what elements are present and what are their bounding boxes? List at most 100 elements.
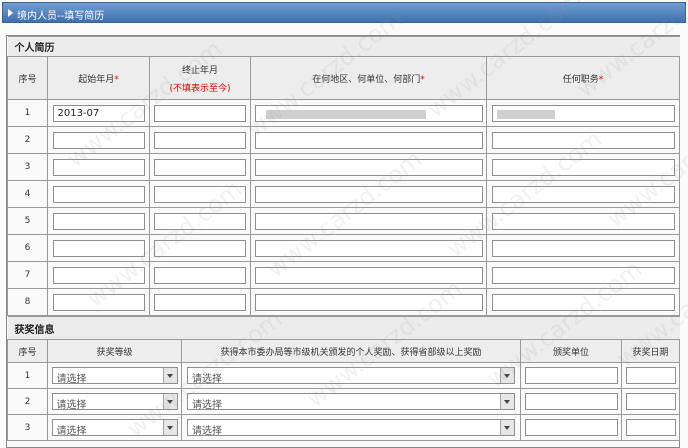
row-number: 1 <box>7 362 48 389</box>
row-number: 8 <box>7 288 48 316</box>
start-date-input[interactable] <box>52 293 145 311</box>
dropdown-arrow-icon[interactable] <box>162 420 177 435</box>
start-date-input[interactable] <box>52 266 145 284</box>
start-date-input[interactable]: 2013-07 <box>52 104 145 122</box>
desc-cell: 请选择 <box>181 362 521 389</box>
unit-cell <box>250 153 487 181</box>
end-date-input[interactable] <box>154 104 246 122</box>
resume-header-end: 终止年月 (不填表示至今) <box>149 56 251 100</box>
dropdown-arrow-icon[interactable] <box>500 368 514 383</box>
unit-input[interactable] <box>254 131 483 149</box>
award-level-select[interactable]: 请选择 <box>51 367 178 385</box>
award-unit-input[interactable] <box>524 393 618 410</box>
award-date-input[interactable] <box>625 393 676 410</box>
unit-cell <box>250 126 487 154</box>
award-unit-input[interactable] <box>524 367 618 384</box>
end-date-input[interactable] <box>154 158 246 176</box>
unit-input[interactable] <box>254 104 483 122</box>
end-date-input[interactable] <box>154 212 246 230</box>
start-cell <box>47 234 150 262</box>
unit-cell <box>250 207 487 235</box>
end-date-input[interactable] <box>154 293 246 311</box>
award-level-select[interactable]: 请选择 <box>51 419 178 437</box>
unit-cell <box>250 234 487 262</box>
end-cell <box>149 234 251 262</box>
end-date-input[interactable] <box>154 185 246 203</box>
resume-row: 4 <box>7 180 681 208</box>
resume-table: 个人简历 序号 起始年月* 终止年月 (不填表示至今) 在何地区、何单位、何部门*… <box>7 36 681 316</box>
dropdown-arrow-icon[interactable] <box>162 394 177 409</box>
position-cell <box>485 207 681 235</box>
unit-input[interactable] <box>254 266 483 284</box>
start-cell <box>47 180 150 208</box>
select-value: 请选择 <box>56 374 87 385</box>
unit-input[interactable] <box>254 293 483 311</box>
position-input[interactable] <box>491 293 675 311</box>
redacted-text <box>265 109 426 119</box>
resume-header-num: 序号 <box>7 56 48 100</box>
required-mark: * <box>114 74 119 85</box>
award-unit-cell <box>520 362 622 389</box>
end-date-input[interactable] <box>154 131 246 149</box>
dropdown-arrow-icon[interactable] <box>500 420 514 435</box>
position-cell <box>485 126 681 154</box>
level-cell: 请选择 <box>47 414 182 441</box>
unit-input[interactable] <box>254 239 483 257</box>
row-number: 3 <box>7 153 48 181</box>
unit-input[interactable] <box>254 212 483 230</box>
end-cell <box>149 261 251 289</box>
position-input[interactable] <box>491 104 675 122</box>
dropdown-arrow-icon[interactable] <box>500 394 514 409</box>
award-date-cell <box>620 388 681 415</box>
award-unit-input[interactable] <box>524 419 618 436</box>
award-type-select[interactable]: 请选择 <box>187 393 515 411</box>
caret-right-icon <box>8 9 13 17</box>
unit-cell <box>250 99 487 127</box>
unit-input[interactable] <box>254 158 483 176</box>
award-type-select[interactable]: 请选择 <box>187 419 515 437</box>
title-bar: 境内人员--填写简历 <box>2 2 686 23</box>
award-unit-cell <box>520 414 622 441</box>
start-cell <box>47 207 150 235</box>
start-date-input[interactable] <box>52 185 145 203</box>
position-input[interactable] <box>491 212 675 230</box>
position-cell <box>485 99 681 127</box>
end-date-input[interactable] <box>154 266 246 284</box>
start-cell <box>47 261 150 289</box>
end-date-input[interactable] <box>154 239 246 257</box>
desc-cell: 请选择 <box>181 414 521 441</box>
end-cell <box>149 180 251 208</box>
position-cell <box>485 180 681 208</box>
position-input[interactable] <box>491 266 675 284</box>
resume-row: 7 <box>7 261 681 289</box>
award-date-cell <box>620 414 681 441</box>
award-unit-cell <box>520 388 622 415</box>
position-input[interactable] <box>491 185 675 203</box>
level-cell: 请选择 <box>47 388 182 415</box>
position-input[interactable] <box>491 131 675 149</box>
start-cell <box>47 126 150 154</box>
row-number: 1 <box>7 99 48 127</box>
resume-row: 5 <box>7 207 681 235</box>
position-input[interactable] <box>491 239 675 257</box>
start-date-input[interactable] <box>52 131 145 149</box>
award-date-input[interactable] <box>625 367 676 384</box>
award-type-select[interactable]: 请选择 <box>187 367 515 385</box>
award-level-select[interactable]: 请选择 <box>51 393 178 411</box>
start-date-input[interactable] <box>52 158 145 176</box>
awards-table: 获奖信息 序号 获奖等级 获得本市委办局等市级机关颁发的个人奖励、获得省部级以上… <box>7 316 681 441</box>
window-title: 境内人员--填写简历 <box>17 11 105 22</box>
resume-row: 8 <box>7 288 681 316</box>
position-cell <box>485 153 681 181</box>
form-panel: 个人简历 序号 起始年月* 终止年月 (不填表示至今) 在何地区、何单位、何部门*… <box>6 35 681 448</box>
start-date-input[interactable] <box>52 212 145 230</box>
awards-header-unit: 颁奖单位 <box>520 339 622 363</box>
row-number: 4 <box>7 180 48 208</box>
dropdown-arrow-icon[interactable] <box>162 368 177 383</box>
start-date-input[interactable] <box>52 239 145 257</box>
resume-row: 6 <box>7 234 681 262</box>
unit-input[interactable] <box>254 185 483 203</box>
select-value: 请选择 <box>192 374 222 385</box>
award-date-input[interactable] <box>625 419 676 436</box>
position-input[interactable] <box>491 158 675 176</box>
